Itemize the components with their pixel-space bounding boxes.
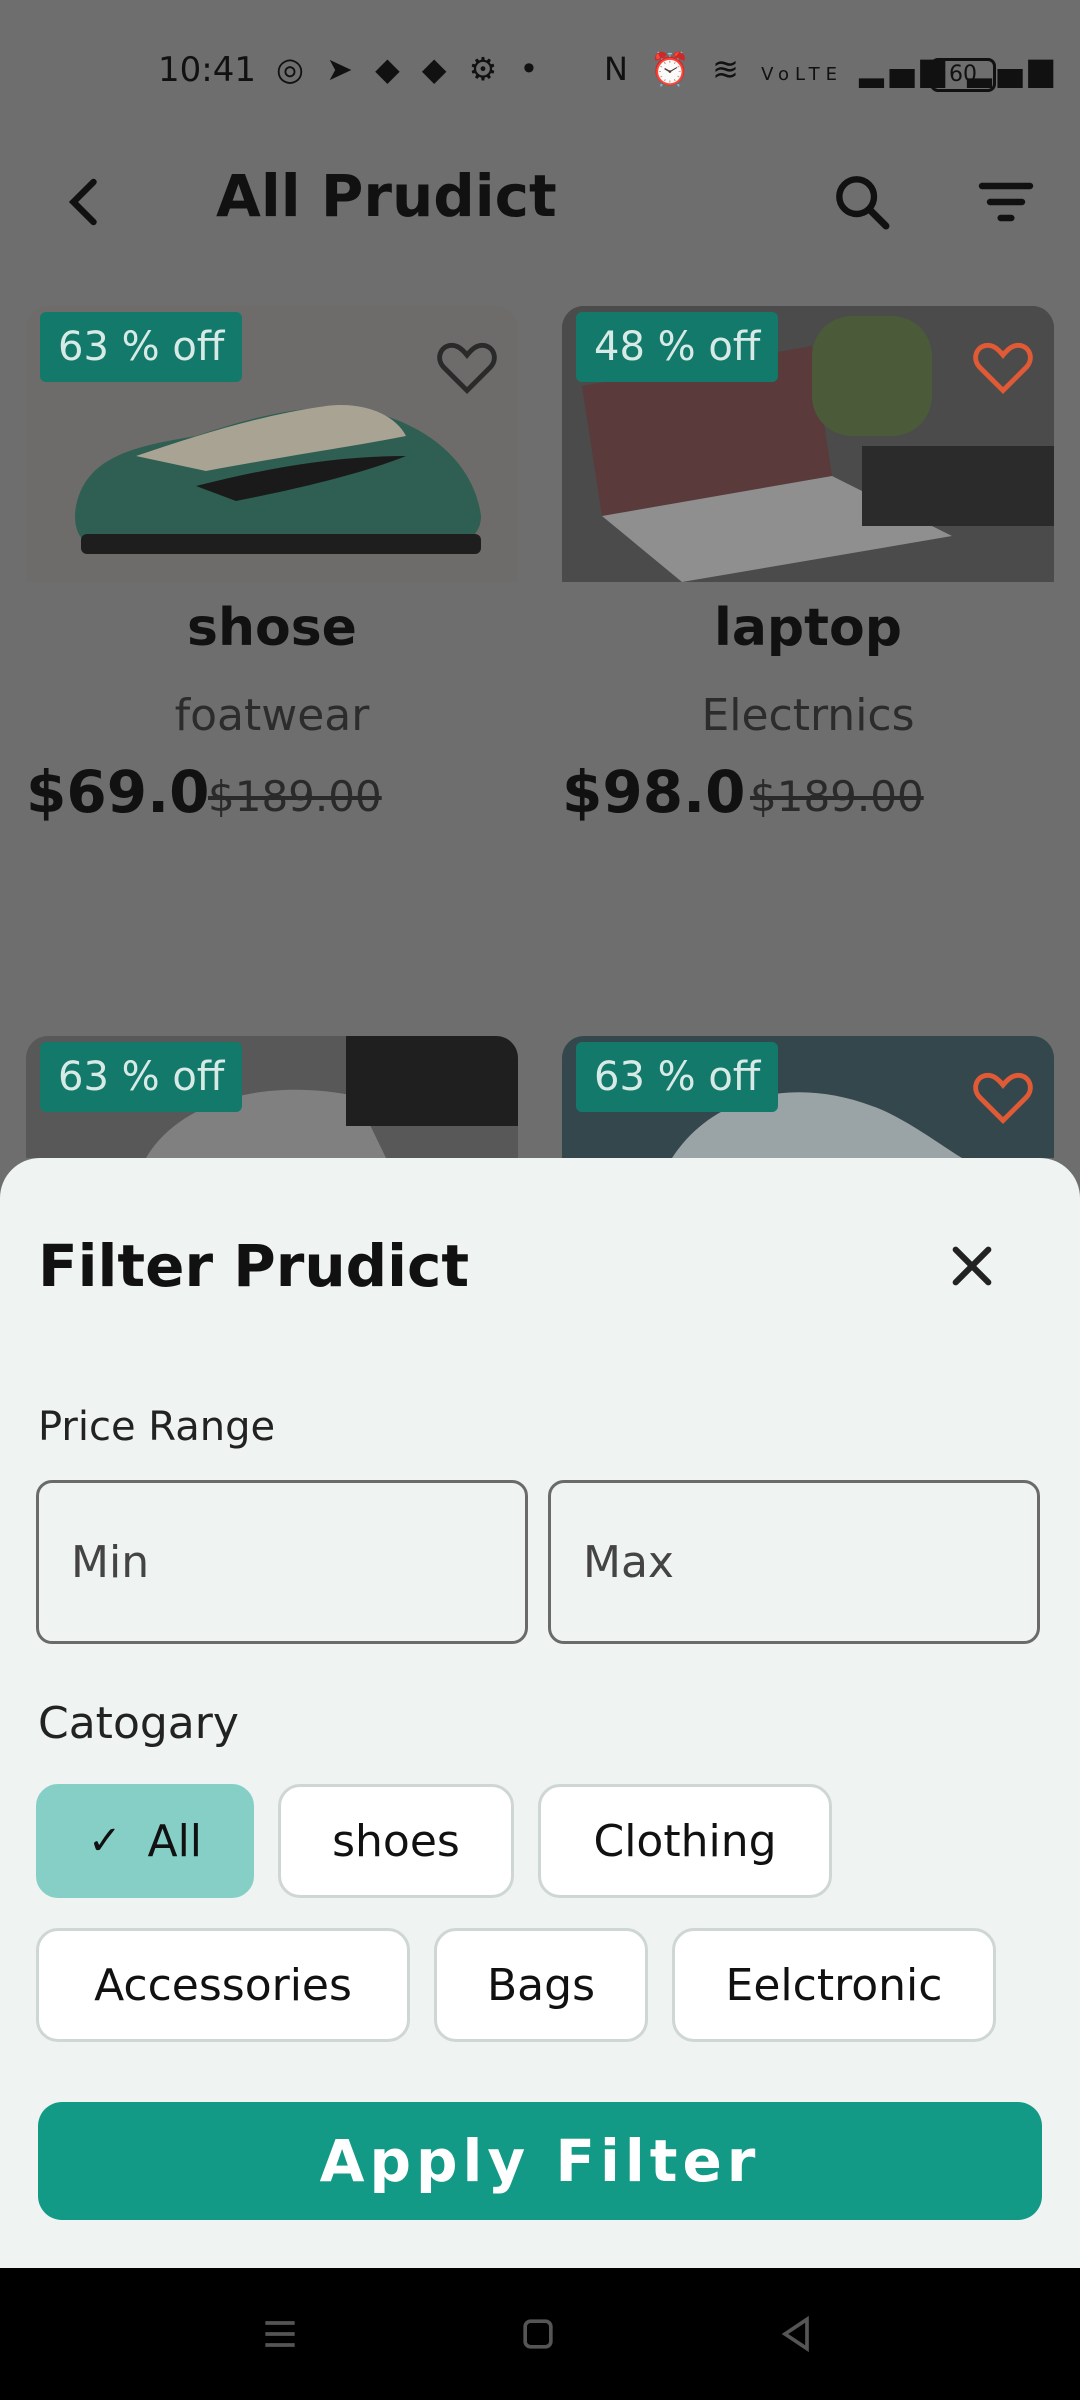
min-price-input[interactable] [69,1531,493,1593]
app-bar: All Prudict [0,140,1080,260]
close-icon[interactable] [944,1238,1000,1294]
battery-icon: 60 [930,58,996,92]
chip-label: Clothing [593,1815,777,1867]
notification-icons: ◎ ➤ ◆ ◆ ⚙ • [276,50,545,88]
product-card[interactable]: 63 % off [26,1036,518,1158]
network-type: VoLTE [761,64,843,85]
product-price: $98.0 [562,758,746,826]
product-image: 63 % off [26,1036,518,1158]
filter-bottom-sheet: Filter Prudict Price Range Catogary ✓ Al… [0,1158,1080,2268]
discount-badge: 63 % off [576,1042,779,1112]
chip-label: All [147,1815,203,1867]
product-card[interactable]: 63 % off [562,1036,1054,1158]
home-icon[interactable] [516,2312,560,2356]
chip-electronic[interactable]: Eelctronic [672,1928,996,2042]
product-card-shose[interactable]: 63 % off shose foatwear $69.0 $189.00 [26,306,518,826]
product-card-laptop[interactable]: 48 % off laptop Electrnics $98.0 $189.00 [562,306,1054,826]
heart-outline-icon[interactable] [434,336,500,396]
chip-label: Bags [486,1959,595,2011]
status-time: 10:41 [158,50,256,90]
chip-bags[interactable]: Bags [434,1928,648,2042]
status-bar: 10:41 ◎ ➤ ◆ ◆ ⚙ • N ⏰ ≋ VoLTE ▂▄▆ ▂▄▆ 60 [0,0,1080,140]
check-icon: ✓ [87,1818,122,1864]
chip-label: shoes [332,1815,460,1867]
product-image: 63 % off [26,306,518,582]
battery-level: 60 [949,62,977,87]
discount-badge: 48 % off [576,312,779,382]
price-range-label: Price Range [38,1404,276,1450]
discount-badge: 63 % off [40,1042,243,1112]
system-nav-bar [0,2268,1080,2400]
chip-shoes[interactable]: shoes [278,1784,514,1898]
menu-icon[interactable] [258,2312,302,2356]
discount-badge: 63 % off [40,312,243,382]
product-price: $69.0 [26,758,210,826]
max-price-field[interactable] [548,1480,1040,1644]
max-price-input[interactable] [581,1531,1005,1593]
chip-label: Accessories [94,1959,352,2011]
product-image: 63 % off [562,1036,1054,1158]
chip-all[interactable]: ✓ All [36,1784,254,1898]
product-name: shose [187,598,357,658]
min-price-field[interactable] [36,1480,528,1644]
product-old-price: $189.00 [750,772,924,821]
category-label: Catogary [38,1698,239,1749]
product-name: laptop [714,598,902,658]
filter-icon[interactable] [974,170,1038,234]
apply-filter-button[interactable]: Apply Filter [38,2102,1042,2220]
chip-label: Eelctronic [725,1959,943,2011]
page-title: All Prudict [216,162,557,230]
product-image: 48 % off [562,306,1054,582]
chip-accessories[interactable]: Accessories [36,1928,410,2042]
back-icon[interactable] [774,2312,818,2356]
heart-outline-icon[interactable] [970,336,1036,396]
filter-title: Filter Prudict [38,1232,470,1300]
chip-clothing[interactable]: Clothing [538,1784,832,1898]
product-category: foatwear [174,690,370,741]
product-category: Electrnics [701,690,915,741]
heart-outline-icon[interactable] [970,1066,1036,1126]
product-old-price: $189.00 [208,772,382,821]
search-icon[interactable] [830,170,894,234]
arrow-left-icon[interactable] [56,172,116,232]
